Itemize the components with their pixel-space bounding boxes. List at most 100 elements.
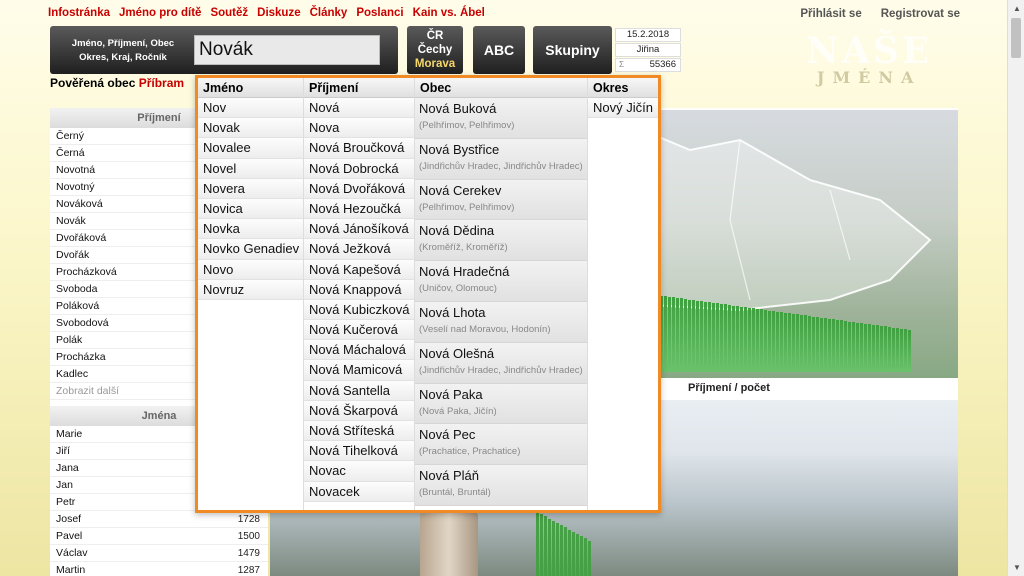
site-logo[interactable]: NAŠE JMÉNA: [806, 33, 932, 87]
scroll-up-icon[interactable]: ▲: [1013, 4, 1021, 13]
suggestion-prijmeni[interactable]: Nová Kučerová: [304, 320, 414, 341]
region-button[interactable]: ČR Čechy Morava: [407, 26, 463, 74]
firstname-bar: [564, 527, 567, 576]
suggestion-prijmeni[interactable]: Nová Škarpová: [304, 400, 414, 421]
suggestion-obec[interactable]: Nová Buková (Pelhřimov, Pelhřimov): [415, 98, 587, 139]
surname-bar: [696, 300, 699, 372]
suggestion-prijmeni[interactable]: Nova: [304, 118, 414, 139]
suggestion-prijmeni[interactable]: Nová Kapešová: [304, 259, 414, 280]
autocomplete-dropdown: Jméno Nov Novak Novalee Novel Novera Novica No…: [195, 75, 661, 513]
page-scrollbar[interactable]: ▲ ▼: [1007, 0, 1024, 576]
suggestion-jmeno[interactable]: Novel: [198, 158, 303, 179]
nav-kain-vs-abel[interactable]: Kain vs. Ábel: [413, 7, 485, 19]
suggestion-obec[interactable]: Nová Bystřice (Jindřichův Hradec, Jindřic…: [415, 138, 587, 180]
surname-bar: [668, 296, 671, 372]
suggestion-prijmeni[interactable]: Nová: [304, 98, 414, 119]
surname-bar: [764, 309, 767, 372]
suggestion-okres[interactable]: Nový Jičín: [588, 98, 658, 119]
suggestion-prijmeni[interactable]: Nová Mamicová: [304, 360, 414, 381]
surname-bar: [752, 308, 755, 372]
region-cechy-label: Čechy: [417, 44, 453, 56]
groups-button[interactable]: Skupiny: [533, 26, 612, 74]
firstname-item[interactable]: Václav 1479: [50, 545, 268, 562]
suggestion-prijmeni[interactable]: Nová Stříteská: [304, 421, 414, 442]
nav-poslanci[interactable]: Poslanci: [356, 7, 403, 19]
suggestion-prijmeni[interactable]: Novacek: [304, 481, 414, 502]
suggestion-jmeno[interactable]: Nov: [198, 98, 303, 119]
suggestion-jmeno[interactable]: Novica: [198, 198, 303, 220]
surname-bar: [820, 317, 823, 372]
firstname-label: Jan: [56, 479, 73, 491]
suggestion-jmeno[interactable]: Novko Genadiev: [198, 239, 303, 260]
suggestion-prijmeni[interactable]: Novac: [304, 461, 414, 482]
suggestion-obec[interactable]: Nová Cerekev (Pelhřimov, Pelhřimov): [415, 179, 587, 221]
surname-bar: [768, 310, 771, 372]
suggestion-prijmeni[interactable]: Nová Hezoučká: [304, 198, 414, 220]
surname-bar: [708, 302, 711, 372]
suggestion-prijmeni[interactable]: Nová Tihelková: [304, 441, 414, 462]
surname-bar: [908, 329, 911, 372]
region-morava-label: Morava: [414, 58, 456, 70]
scrollbar-thumb[interactable]: [1011, 18, 1021, 58]
suggestion-prijmeni[interactable]: Nová Jánošíková: [304, 219, 414, 240]
login-link[interactable]: Přihlásit se: [800, 8, 861, 20]
surname-bar: [744, 307, 747, 372]
firstname-item[interactable]: Pavel 1500: [50, 528, 268, 545]
suggestion-jmeno[interactable]: Novak: [198, 118, 303, 139]
scroll-down-icon[interactable]: ▼: [1013, 563, 1021, 572]
surname-bar: [856, 322, 859, 372]
suggestion-prijmeni[interactable]: Nová Dobrocká: [304, 158, 414, 179]
surname-bar: [736, 306, 739, 372]
firstname-item[interactable]: Martin 1287: [50, 562, 268, 576]
nav-diskuze[interactable]: Diskuze: [257, 7, 300, 19]
surname-bar: [720, 303, 723, 372]
firstname-label: Martin: [56, 564, 86, 576]
suggestion-obec[interactable]: Nová Pláň (Bruntál, Bruntál): [415, 465, 587, 506]
suggestion-jmeno[interactable]: Novka: [198, 219, 303, 240]
nav-soutez[interactable]: Soutěž: [210, 7, 248, 19]
firstname-item[interactable]: Josef 1728: [50, 511, 268, 528]
suggestion-jmeno[interactable]: Novruz: [198, 279, 303, 300]
nav-infostranka[interactable]: Infostránka: [48, 7, 110, 19]
obec-name[interactable]: Příbram: [139, 76, 184, 90]
surname-bar: [880, 325, 883, 372]
suggestion-prijmeni[interactable]: Nová Ježková: [304, 239, 414, 260]
firstname-label: Marie: [56, 428, 83, 440]
column-prijmeni-header: Příjmení: [304, 78, 414, 98]
surname-bar: [788, 313, 791, 372]
search-hint-line2: Okres, Kraj, Ročník: [79, 52, 167, 63]
suggestion-obec[interactable]: Nová Olešná (Jindřichův Hradec, Jindřichů…: [415, 342, 587, 384]
suggestion-prijmeni[interactable]: Nová Dvořáková: [304, 178, 414, 199]
nav-clanky[interactable]: Články: [310, 7, 348, 19]
suggestion-prijmeni[interactable]: Nová Kubiczková: [304, 299, 414, 321]
obec-district-label: (Bruntál, Bruntál): [419, 487, 491, 499]
abc-button[interactable]: ABC: [473, 26, 525, 74]
suggestion-obec[interactable]: Nová Lhota (Veselí nad Moravou, Hodonín): [415, 301, 587, 343]
suggestion-obec[interactable]: Nová Pec (Prachatice, Prachatice): [415, 424, 587, 466]
total-count-value: 55366: [649, 59, 676, 70]
suggestion-prijmeni[interactable]: Nová Broučková: [304, 138, 414, 159]
surname-bar: [712, 302, 715, 372]
nav-jmeno-pro-dite[interactable]: Jméno pro dítě: [119, 7, 201, 19]
surname-bar: [860, 323, 863, 372]
surname-bar: [848, 321, 851, 372]
suggestion-jmeno[interactable]: Novalee: [198, 138, 303, 159]
obec-label: Pověřená obec: [50, 76, 136, 90]
surname-bar: [664, 296, 667, 372]
firstname-label: Petr: [56, 496, 76, 508]
suggestion-prijmeni[interactable]: Nová Knappová: [304, 279, 414, 300]
surname-bar: [716, 303, 719, 372]
suggestion-prijmeni[interactable]: Nová Máchalová: [304, 340, 414, 361]
suggestion-jmeno[interactable]: Novera: [198, 178, 303, 199]
search-input[interactable]: [194, 35, 380, 65]
suggestion-obec[interactable]: Nová Dědina (Kroměříž, Kroměříž): [415, 220, 587, 262]
suggestion-obec[interactable]: Nová Paka (Nová Paka, Jičín): [415, 383, 587, 425]
suggestion-obec[interactable]: Nová Hradečná (Uničov, Olomouc): [415, 261, 587, 302]
obec-name-label: Nová Lhota: [419, 304, 486, 320]
suggestion-jmeno[interactable]: Novo: [198, 259, 303, 280]
column-obec: Obec Nová Buková (Pelhřimov, Pelhřimov) No…: [415, 78, 588, 510]
register-link[interactable]: Registrovat se: [881, 8, 960, 20]
firstname-bar: [576, 534, 579, 576]
suggestion-prijmeni[interactable]: Nová Santella: [304, 380, 414, 401]
firstname-count: 1479: [237, 548, 260, 559]
